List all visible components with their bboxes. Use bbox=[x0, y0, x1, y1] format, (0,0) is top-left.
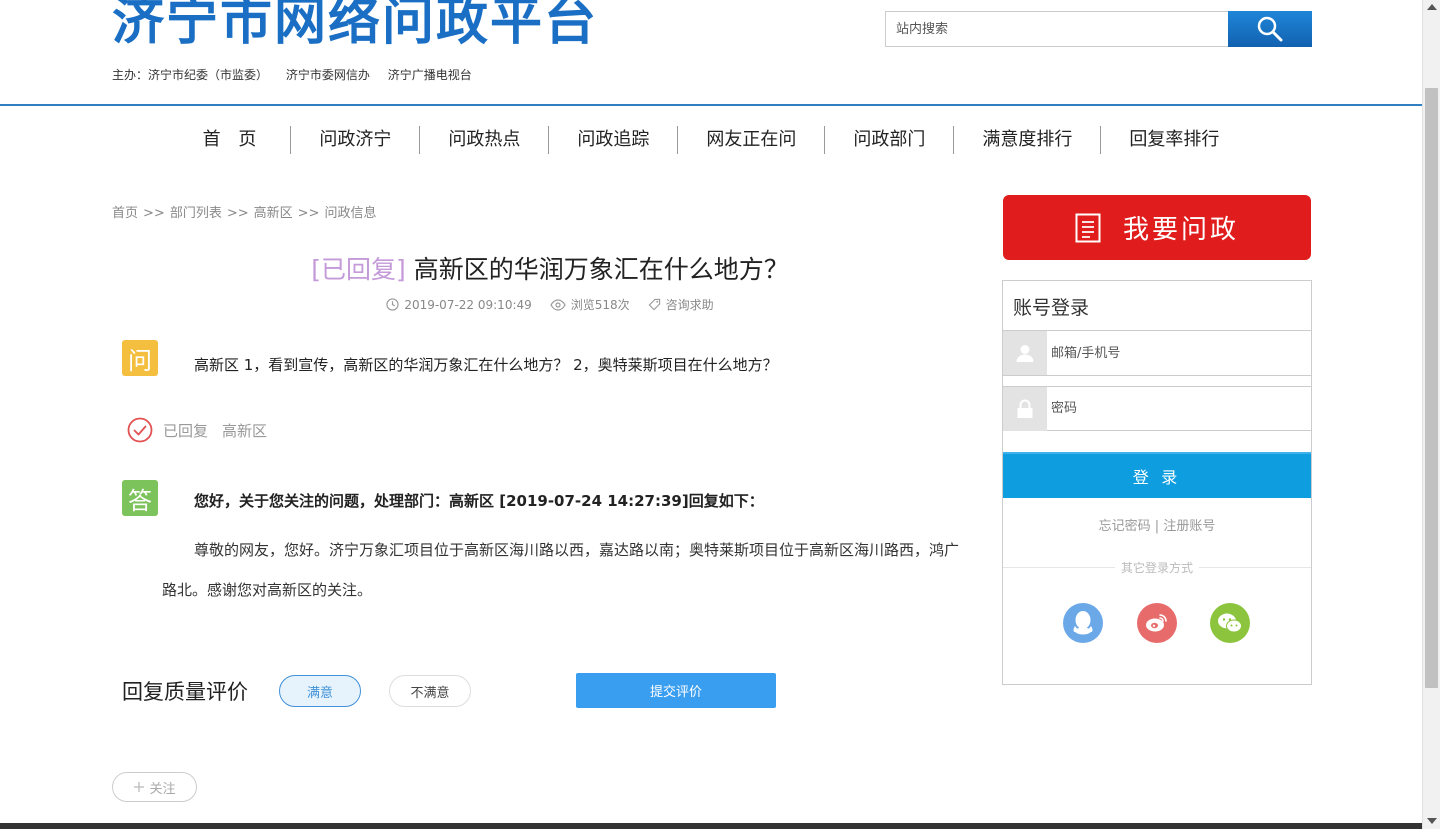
header-divider bbox=[0, 104, 1422, 106]
sponsor-item: 济宁市委网信办 bbox=[285, 68, 370, 82]
post-category-text: 咨询求助 bbox=[665, 298, 714, 312]
post-views: 浏览518次 bbox=[550, 296, 630, 313]
search-input[interactable] bbox=[885, 11, 1229, 47]
other-login-label: 其它登录方式 bbox=[1114, 561, 1199, 575]
qq-login-icon[interactable] bbox=[1063, 603, 1103, 643]
plus-icon bbox=[134, 782, 145, 792]
breadcrumb-separator: >> bbox=[143, 206, 165, 221]
clock-icon bbox=[386, 298, 399, 311]
breadcrumb: 首页 >> 部门列表 >> 高新区 >> 问政信息 bbox=[112, 202, 376, 221]
reply-status-row: 已回复 高新区 bbox=[127, 417, 267, 443]
tag-icon bbox=[648, 298, 660, 311]
scroll-up-arrow-icon[interactable] bbox=[1427, 4, 1437, 10]
nav-item-wenzheng-jining[interactable]: 问政济宁 bbox=[291, 126, 421, 154]
user-icon bbox=[1003, 331, 1047, 375]
post-time: 2019-07-22 09:10:49 bbox=[386, 296, 532, 313]
lock-icon bbox=[1003, 387, 1047, 431]
other-login-divider: 其它登录方式 bbox=[1003, 559, 1311, 576]
submit-rating-button[interactable]: 提交评价 bbox=[576, 673, 776, 708]
post-category: 咨询求助 bbox=[648, 296, 714, 313]
breadcrumb-dept[interactable]: 高新区 bbox=[254, 206, 293, 221]
site-logo[interactable]: 济宁市网络问政平台 bbox=[112, 0, 598, 54]
eye-icon bbox=[550, 298, 566, 311]
login-panel: 账号登录 登 录 忘记密码 | 注册账号 其它登录方式 bbox=[1002, 280, 1312, 685]
document-icon bbox=[1075, 213, 1101, 242]
question-icon: 问 bbox=[122, 340, 158, 376]
nav-item-reply-rank[interactable]: 回复率排行 bbox=[1101, 126, 1247, 154]
links-separator: | bbox=[1150, 519, 1164, 534]
reply-status-tag: [已回复] bbox=[311, 255, 406, 284]
answer-heading: 您好，关于您关注的问题，处理部门：高新区 [2019-07-24 14:27:3… bbox=[194, 492, 764, 510]
answer-body: 尊敬的网友，您好。济宁万象汇项目位于高新区海川路以西，嘉达路以南；奥特莱斯项目位… bbox=[162, 541, 960, 599]
post-meta: 2019-07-22 09:10:49 浏览518次 咨询求助 bbox=[112, 296, 988, 313]
forgot-password-link[interactable]: 忘记密码 bbox=[1099, 519, 1151, 534]
nav-item-asking[interactable]: 网友正在问 bbox=[678, 126, 826, 154]
breadcrumb-current: 问政信息 bbox=[324, 206, 377, 221]
breadcrumb-home[interactable]: 首页 bbox=[112, 206, 138, 221]
post-time-text: 2019-07-22 09:10:49 bbox=[404, 297, 532, 312]
sponsor-item: 济宁广播电视台 bbox=[387, 68, 472, 82]
post-views-text: 浏览518次 bbox=[570, 298, 630, 312]
ask-question-button[interactable]: 我要问政 bbox=[1003, 195, 1311, 260]
password-field bbox=[1003, 386, 1311, 431]
rating-label: 回复质量评价 bbox=[122, 680, 248, 704]
login-title: 账号登录 bbox=[1013, 297, 1090, 319]
rate-satisfied-button[interactable]: 满意 bbox=[279, 675, 361, 707]
register-link[interactable]: 注册账号 bbox=[1163, 519, 1215, 534]
follow-label: 关注 bbox=[149, 781, 176, 797]
login-links: 忘记密码 | 注册账号 bbox=[1003, 515, 1311, 534]
page-title: [已回复] 高新区的华润万象汇在什么地方？ bbox=[112, 250, 988, 286]
search-button[interactable] bbox=[1228, 11, 1312, 47]
post-title-text: 高新区的华润万象汇在什么地方？ bbox=[405, 255, 789, 284]
nav-item-satisfaction-rank[interactable]: 满意度排行 bbox=[954, 126, 1102, 154]
login-button[interactable]: 登 录 bbox=[1003, 452, 1311, 498]
ask-question-label: 我要问政 bbox=[1122, 215, 1239, 245]
breadcrumb-separator: >> bbox=[297, 206, 320, 221]
password-input[interactable] bbox=[1047, 387, 1311, 430]
nav-item-home[interactable]: 首 页 bbox=[175, 126, 292, 154]
question-text: 高新区 1，看到宣传，高新区的华润万象汇在什么地方？ 2，奥特莱斯项目在什么地方… bbox=[194, 356, 778, 374]
main-nav: 首 页 问政济宁 问政热点 问政追踪 网友正在问 问政部门 满意度排行 回复率排… bbox=[0, 126, 1422, 154]
footer-bar bbox=[0, 823, 1422, 829]
nav-item-departments[interactable]: 问政部门 bbox=[825, 126, 955, 154]
wechat-login-icon[interactable] bbox=[1210, 603, 1250, 643]
answer-icon: 答 bbox=[122, 480, 158, 516]
weibo-login-icon[interactable] bbox=[1137, 603, 1177, 643]
reply-status-text: 已回复 bbox=[163, 421, 209, 440]
nav-item-hot[interactable]: 问政热点 bbox=[420, 126, 550, 154]
breadcrumb-dept-list[interactable]: 部门列表 bbox=[170, 206, 222, 221]
username-input[interactable] bbox=[1047, 331, 1311, 375]
breadcrumb-separator: >> bbox=[226, 206, 249, 221]
search-icon bbox=[1257, 16, 1283, 42]
vertical-scrollbar[interactable] bbox=[1422, 0, 1440, 829]
sponsor-line: 主办：济宁市纪委（市监委） 济宁市委网信办 济宁广播电视台 bbox=[112, 66, 486, 83]
scrollbar-thumb[interactable] bbox=[1425, 88, 1438, 688]
scroll-down-arrow-icon[interactable] bbox=[1427, 818, 1437, 824]
rate-unsatisfied-button[interactable]: 不满意 bbox=[389, 675, 471, 707]
sponsor-item: 主办：济宁市纪委（市监委） bbox=[112, 68, 269, 82]
reply-dept-text: 高新区 bbox=[222, 421, 268, 440]
check-circle-icon bbox=[127, 417, 153, 443]
nav-item-tracking[interactable]: 问政追踪 bbox=[549, 126, 679, 154]
follow-button[interactable]: 关注 bbox=[112, 772, 197, 802]
username-field bbox=[1003, 331, 1311, 376]
